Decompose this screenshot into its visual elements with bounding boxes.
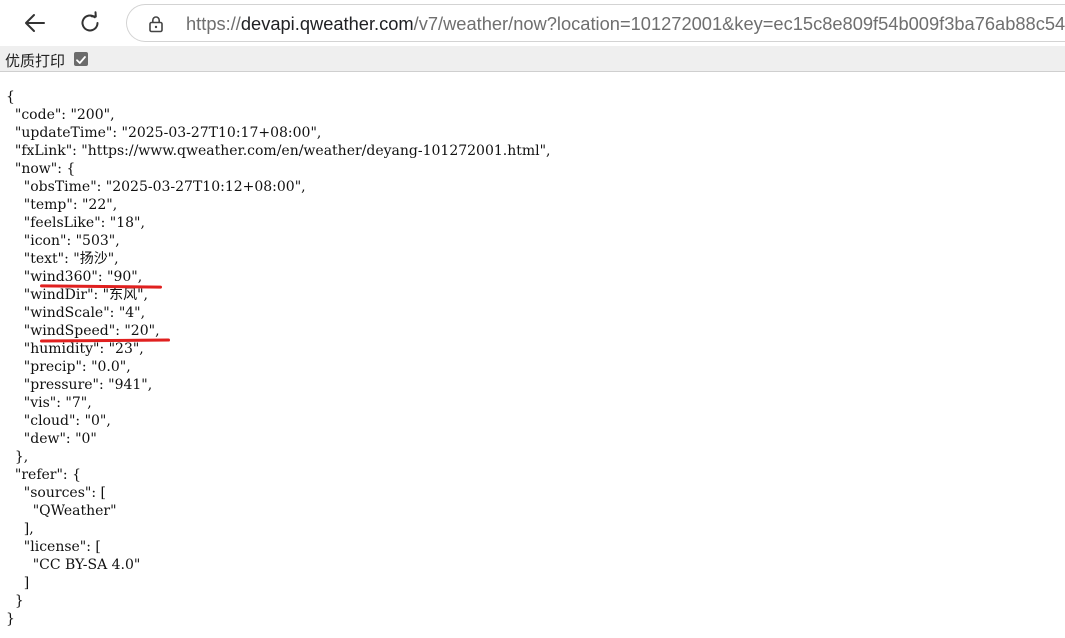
reload-icon xyxy=(81,11,99,32)
json-line: "dew": "0" xyxy=(6,431,97,447)
json-line: "temp": "22", xyxy=(6,197,118,213)
json-line: "QWeather" xyxy=(6,503,117,519)
json-line: "pressure": "941", xyxy=(6,377,153,393)
json-line: ] xyxy=(6,575,30,591)
pretty-print-bar: 优质打印 xyxy=(0,46,1065,72)
json-line: "windDir": "东风", xyxy=(6,287,149,303)
pretty-print-checkbox[interactable] xyxy=(74,52,88,66)
json-line: "sources": [ xyxy=(6,485,106,501)
json-response-body: { "code": "200", "updateTime": "2025-03-… xyxy=(6,88,551,628)
json-line: "precip": "0.0", xyxy=(6,359,131,375)
arrow-left-icon xyxy=(25,14,45,32)
json-line: "now": { xyxy=(6,161,76,177)
checkmark-icon xyxy=(76,56,86,64)
url-prefix: https:// xyxy=(186,13,241,34)
json-line: "feelsLike": "18", xyxy=(6,215,145,231)
json-line: "obsTime": "2025-03-27T10:12+08:00", xyxy=(6,179,306,195)
lock-icon[interactable] xyxy=(147,15,165,33)
json-line: "vis": "7", xyxy=(6,395,92,411)
json-line-windspeed: "windSpeed": "20", xyxy=(6,323,160,339)
browser-toolbar: https://devapi.qweather.com/v7/weather/n… xyxy=(0,0,1065,46)
json-line-wind360: "wind360": "90", xyxy=(6,269,143,285)
json-line: "license": [ xyxy=(6,539,101,555)
url-path: /v7/weather/now?location=101272001&key=e… xyxy=(413,13,1065,34)
json-line: "code": "200", xyxy=(6,107,115,123)
url-text[interactable]: https://devapi.qweather.com/v7/weather/n… xyxy=(186,13,1065,35)
json-line: "text": "扬沙", xyxy=(6,251,119,267)
back-button[interactable] xyxy=(19,7,51,39)
json-line: "windScale": "4", xyxy=(6,305,146,321)
pretty-print-label: 优质打印 xyxy=(5,52,66,70)
json-line: }, xyxy=(6,449,29,465)
json-line: { xyxy=(6,89,15,105)
url-host: devapi.qweather.com xyxy=(240,13,414,34)
json-line: "humidity": "23", xyxy=(6,341,144,357)
json-line: "fxLink": "https://www.qweather.com/en/w… xyxy=(6,143,551,159)
address-bar[interactable]: https://devapi.qweather.com/v7/weather/n… xyxy=(126,4,1065,42)
json-line: } xyxy=(6,593,24,609)
json-line: "cloud": "0", xyxy=(6,413,111,429)
json-line: } xyxy=(6,611,15,627)
json-line: "refer": { xyxy=(6,467,81,483)
json-line: "CC BY-SA 4.0" xyxy=(6,557,141,573)
reload-button[interactable] xyxy=(74,7,106,39)
json-line: "icon": "503", xyxy=(6,233,120,249)
json-line: "updateTime": "2025-03-27T10:17+08:00", xyxy=(6,125,322,141)
json-line: ], xyxy=(6,521,34,537)
